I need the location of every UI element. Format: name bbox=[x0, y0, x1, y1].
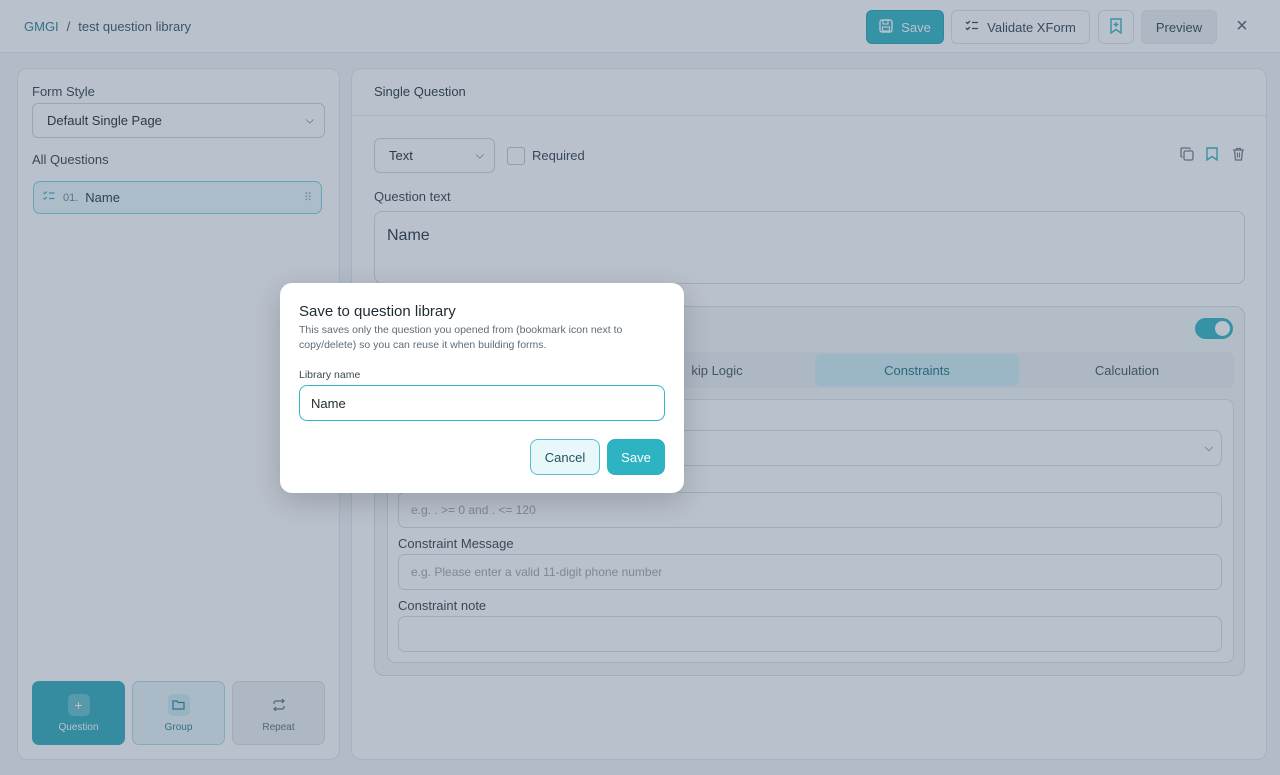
dialog-title: Save to question library bbox=[299, 303, 456, 320]
library-name-label: Library name bbox=[299, 369, 361, 381]
cancel-button[interactable]: Cancel bbox=[530, 439, 600, 475]
save-to-library-dialog: Save to question library This saves only… bbox=[280, 283, 684, 493]
library-name-input[interactable] bbox=[299, 385, 665, 421]
save-button[interactable]: Save bbox=[607, 439, 665, 475]
dialog-description: This saves only the question you opened … bbox=[299, 324, 623, 351]
